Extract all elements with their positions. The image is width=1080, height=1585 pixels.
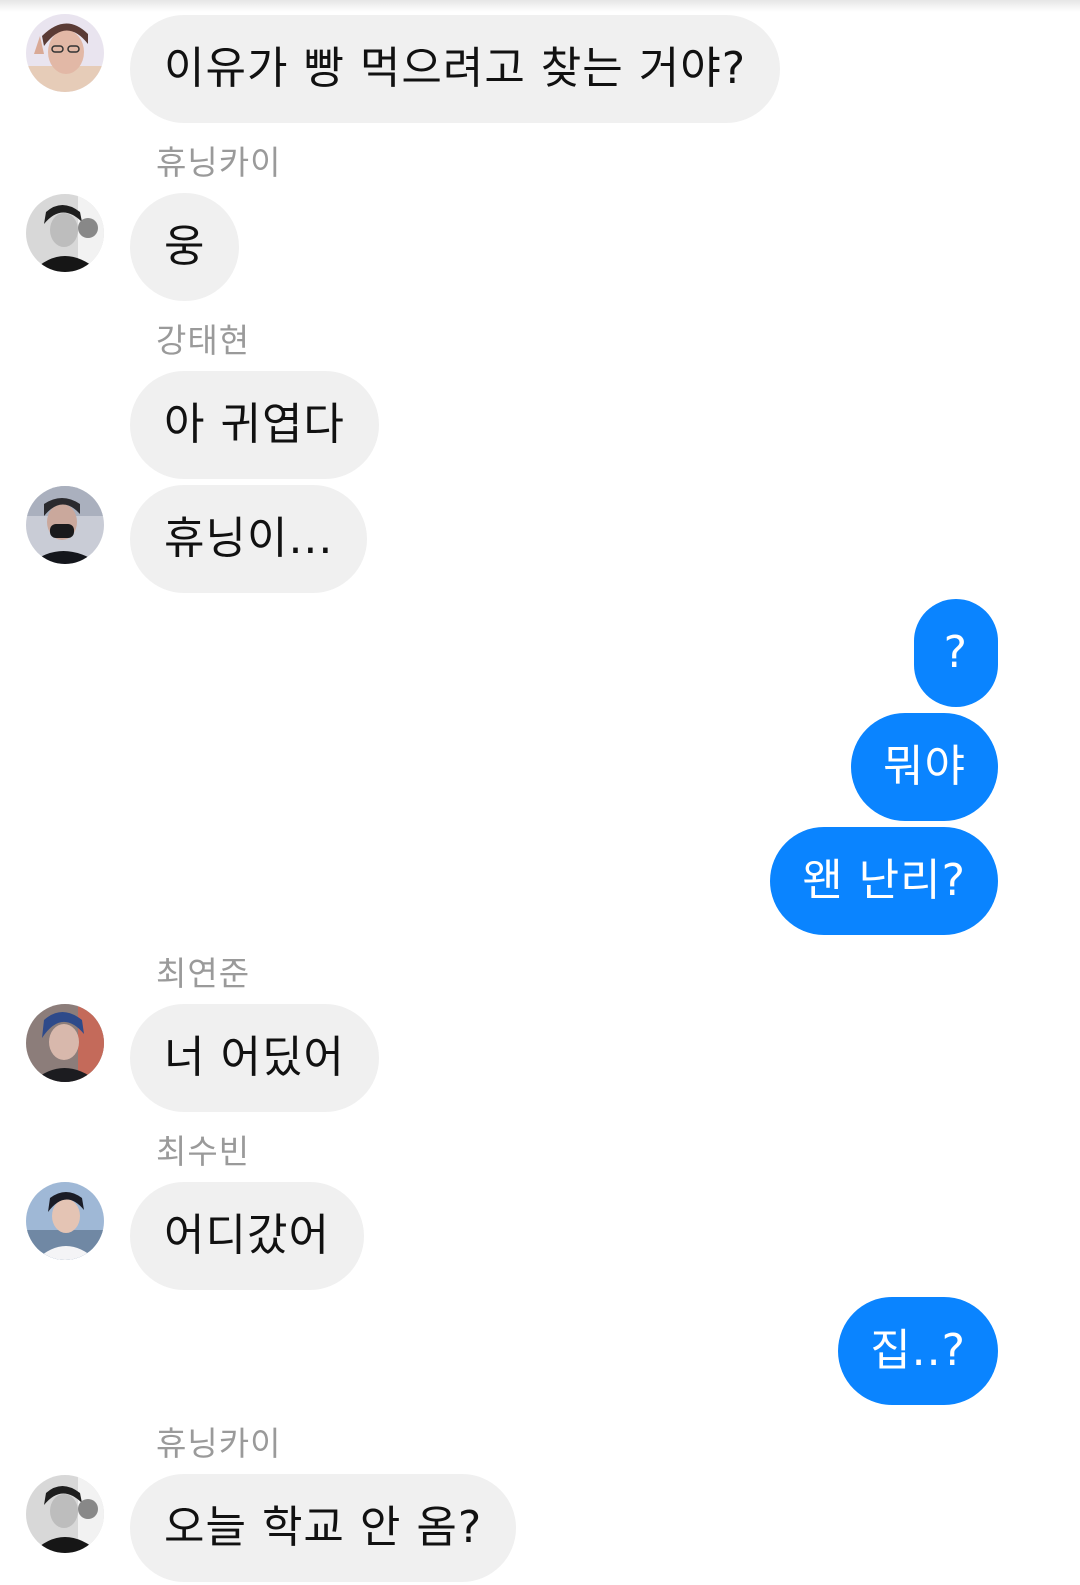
- message-bubble-outgoing[interactable]: 왠 난리?: [770, 827, 998, 935]
- avatar[interactable]: [26, 1475, 104, 1553]
- message-bubble-outgoing[interactable]: ?: [913, 599, 998, 707]
- message-bubble-incoming[interactable]: 아 귀엽다: [130, 371, 379, 479]
- sender-name: 강태현: [156, 321, 251, 360]
- message-bubble-incoming[interactable]: 너 어딨어: [130, 1004, 379, 1112]
- avatar[interactable]: [26, 486, 104, 564]
- message-bubble-outgoing[interactable]: 뭐야: [851, 713, 998, 821]
- message-bubble-incoming[interactable]: 오늘 학교 안 옴?: [130, 1474, 517, 1582]
- message-bubble-outgoing[interactable]: 집..?: [838, 1297, 998, 1405]
- top-edge-shadow: [0, 0, 1080, 12]
- avatar[interactable]: [26, 1182, 104, 1260]
- message-bubble-incoming[interactable]: 이유가 빵 먹으려고 찾는 거야?: [130, 15, 781, 123]
- avatar[interactable]: [26, 1004, 104, 1082]
- message-bubble-incoming[interactable]: 웅: [130, 193, 240, 301]
- message-bubble-incoming[interactable]: 어디갔어: [130, 1182, 364, 1290]
- sender-name: 최연준: [156, 954, 251, 993]
- avatar[interactable]: [26, 194, 104, 272]
- sender-name: 휴닝카이: [156, 1424, 282, 1463]
- avatar[interactable]: [26, 14, 104, 92]
- message-bubble-incoming[interactable]: 휴닝이...: [130, 485, 368, 593]
- sender-name: 휴닝카이: [156, 143, 282, 182]
- sender-name: 최수빈: [156, 1132, 251, 1171]
